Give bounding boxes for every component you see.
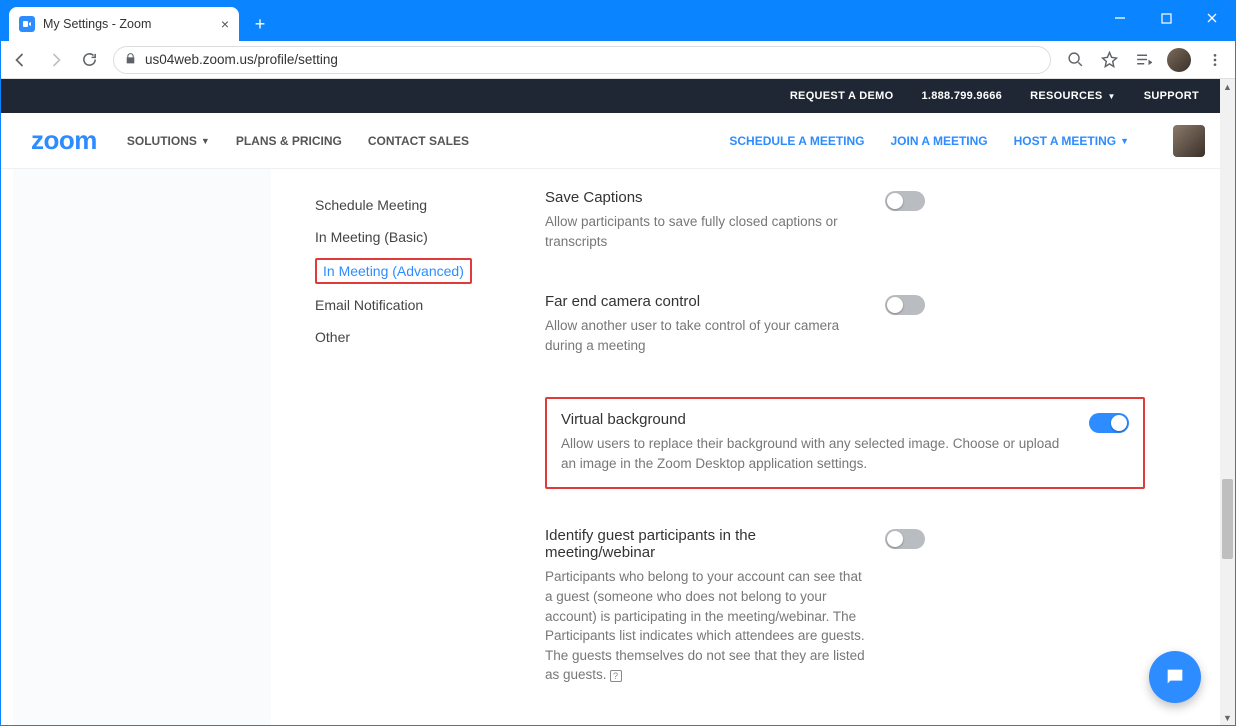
page: REQUEST A DEMO 1.888.799.9666 RESOURCES ▼… [1, 79, 1235, 725]
settings-subnav: Schedule Meeting In Meeting (Basic) In M… [315, 189, 525, 353]
user-avatar[interactable] [1173, 125, 1205, 157]
setting-identify-guest: Identify guest participants in the meeti… [545, 527, 1145, 684]
bookmark-icon[interactable] [1099, 50, 1119, 70]
settings-content: Schedule Meeting In Meeting (Basic) In M… [271, 169, 1235, 725]
setting-desc: Allow participants to save fully closed … [545, 212, 865, 251]
setting-title: Virtual background [561, 411, 1069, 428]
toggle-virtual-background[interactable] [1089, 413, 1129, 433]
close-window-button[interactable] [1189, 1, 1235, 35]
left-sidebar [13, 169, 271, 725]
setting-far-end-camera: Far end camera control Allow another use… [545, 293, 1145, 355]
tab-title: My Settings - Zoom [43, 17, 151, 31]
subnav-other[interactable]: Other [315, 321, 525, 353]
solutions-menu[interactable]: SOLUTIONS ▼ [127, 134, 210, 148]
window-controls [1097, 1, 1235, 35]
forward-button[interactable] [45, 50, 65, 70]
toggle-save-captions[interactable] [885, 191, 925, 211]
help-icon[interactable]: ? [610, 670, 622, 682]
browser-tab[interactable]: My Settings - Zoom × [9, 7, 239, 41]
settings-list: Save Captions Allow participants to save… [545, 189, 1145, 725]
subnav-in-meeting-basic[interactable]: In Meeting (Basic) [315, 221, 525, 253]
media-icon[interactable] [1133, 50, 1153, 70]
solutions-label: SOLUTIONS [127, 134, 197, 148]
host-label: HOST A MEETING [1014, 134, 1116, 148]
new-tab-button[interactable]: + [245, 9, 275, 39]
back-button[interactable] [11, 50, 31, 70]
resources-label: RESOURCES [1030, 90, 1102, 102]
page-scrollbar[interactable]: ▲ ▼ [1220, 79, 1235, 725]
setting-title: Save Captions [545, 189, 865, 206]
setting-save-captions: Save Captions Allow participants to save… [545, 189, 1145, 251]
contact-sales-link[interactable]: CONTACT SALES [368, 134, 469, 148]
chat-icon [1164, 666, 1186, 688]
host-meeting-menu[interactable]: HOST A MEETING ▼ [1014, 134, 1129, 148]
support-link[interactable]: SUPPORT [1144, 90, 1199, 102]
schedule-meeting-link[interactable]: SCHEDULE A MEETING [729, 134, 864, 148]
caret-down-icon: ▼ [201, 136, 210, 146]
profile-avatar[interactable] [1167, 48, 1191, 72]
resources-menu[interactable]: RESOURCES ▼ [1030, 90, 1116, 102]
setting-title: Identify guest participants in the meeti… [545, 527, 865, 561]
chat-fab[interactable] [1149, 651, 1201, 703]
url-text: us04web.zoom.us/profile/setting [145, 52, 338, 67]
setting-desc: Allow another user to take control of yo… [545, 316, 865, 355]
setting-desc: Allow users to replace their background … [561, 434, 1069, 473]
close-tab-icon[interactable]: × [221, 16, 229, 32]
zoom-logo[interactable]: zoom [31, 125, 97, 156]
nav-right: SCHEDULE A MEETING JOIN A MEETING HOST A… [729, 125, 1205, 157]
lock-icon [124, 52, 137, 68]
scroll-up-icon[interactable]: ▲ [1220, 79, 1235, 94]
browser-window: My Settings - Zoom × + us04web.zoom.us/p… [0, 0, 1236, 726]
subnav-in-meeting-advanced[interactable]: In Meeting (Advanced) [315, 258, 472, 284]
toggle-far-end-camera[interactable] [885, 295, 925, 315]
toggle-identify-guest[interactable] [885, 529, 925, 549]
tab-strip: My Settings - Zoom × + [1, 1, 1235, 41]
minimize-button[interactable] [1097, 1, 1143, 35]
setting-title: Far end camera control [545, 293, 865, 310]
plans-link[interactable]: PLANS & PRICING [236, 134, 342, 148]
request-demo-link[interactable]: REQUEST A DEMO [790, 90, 894, 102]
zoom-level-icon[interactable] [1065, 50, 1085, 70]
phone-link[interactable]: 1.888.799.9666 [921, 90, 1002, 102]
scroll-thumb[interactable] [1222, 479, 1233, 559]
subnav-email-notification[interactable]: Email Notification [315, 289, 525, 321]
caret-down-icon: ▼ [1108, 92, 1116, 101]
left-gutter [1, 169, 13, 725]
utility-bar: REQUEST A DEMO 1.888.799.9666 RESOURCES ▼… [1, 79, 1235, 113]
nav-left: SOLUTIONS ▼ PLANS & PRICING CONTACT SALES [127, 134, 469, 148]
address-bar[interactable]: us04web.zoom.us/profile/setting [113, 46, 1051, 74]
setting-virtual-background: Virtual background Allow users to replac… [545, 397, 1145, 489]
setting-desc: Participants who belong to your account … [545, 567, 865, 684]
guest-desc-text: Participants who belong to your account … [545, 569, 865, 682]
maximize-button[interactable] [1143, 1, 1189, 35]
zoom-favicon [19, 16, 35, 32]
page-body: Schedule Meeting In Meeting (Basic) In M… [1, 169, 1235, 725]
kebab-menu-icon[interactable] [1205, 50, 1225, 70]
main-nav: zoom SOLUTIONS ▼ PLANS & PRICING CONTACT … [1, 113, 1235, 169]
reload-button[interactable] [79, 50, 99, 70]
toolbar: us04web.zoom.us/profile/setting [1, 41, 1235, 79]
subnav-schedule-meeting[interactable]: Schedule Meeting [315, 189, 525, 221]
join-meeting-link[interactable]: JOIN A MEETING [891, 134, 988, 148]
caret-down-icon: ▼ [1120, 136, 1129, 146]
scroll-down-icon[interactable]: ▼ [1220, 710, 1235, 725]
